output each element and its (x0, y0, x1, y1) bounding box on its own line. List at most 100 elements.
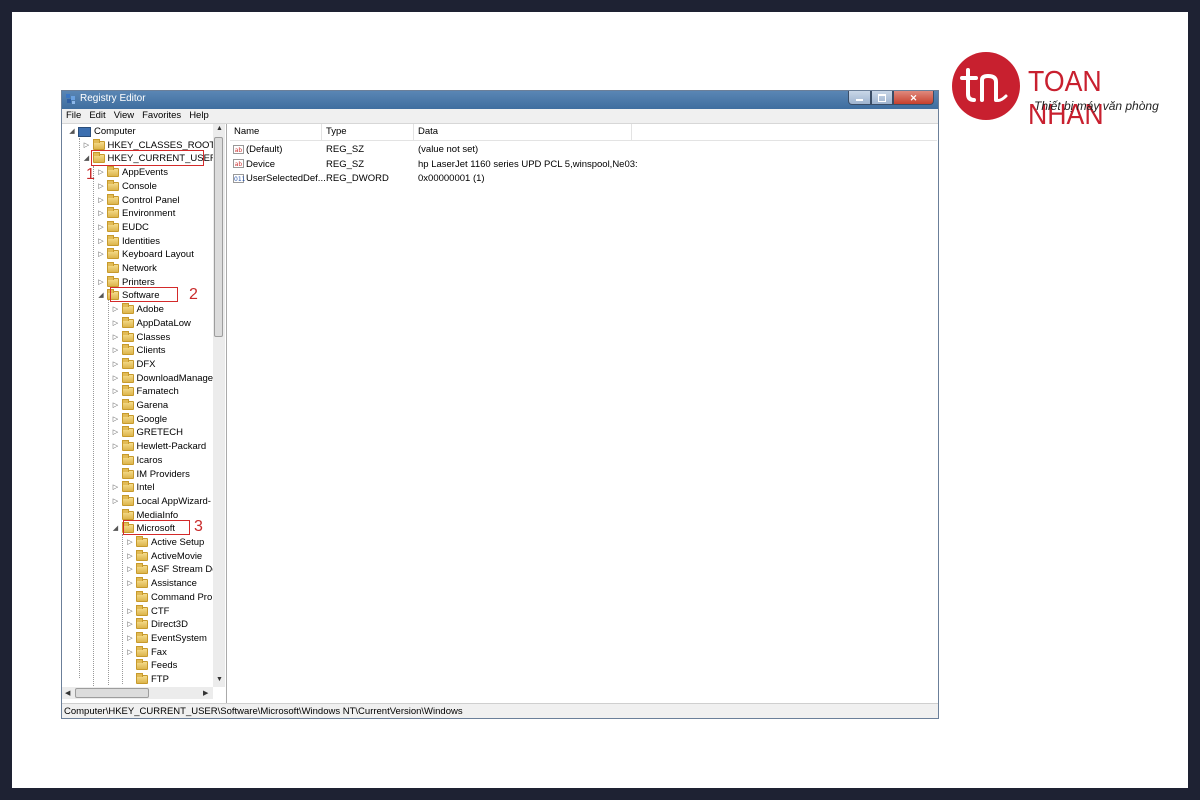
expand-arrow-icon[interactable]: ▷ (112, 413, 120, 426)
expand-arrow-icon[interactable]: ▷ (126, 605, 134, 618)
collapse-arrow-icon[interactable]: ◢ (97, 289, 105, 302)
tree-node-icaros[interactable]: Icaros (112, 453, 162, 467)
tree-node-appdatalow[interactable]: ▷ AppDataLow (112, 316, 191, 330)
tree-horizontal-scroll-thumb[interactable] (75, 688, 149, 698)
expand-arrow-icon[interactable]: ▷ (126, 632, 134, 645)
expand-arrow-icon[interactable]: ▷ (97, 248, 105, 261)
expand-arrow-icon[interactable]: ▷ (112, 426, 120, 439)
minimize-button[interactable] (848, 91, 871, 105)
expand-arrow-icon[interactable]: ▷ (97, 180, 105, 193)
tree-node-computer[interactable]: ◢ Computer (68, 125, 135, 138)
tree-node-im-providers[interactable]: IM Providers (112, 467, 190, 481)
expand-arrow-icon[interactable]: ▷ (97, 276, 105, 289)
tree-node-command-pro[interactable]: Command Pro (126, 590, 212, 604)
collapse-arrow-icon[interactable]: ◢ (68, 125, 76, 138)
folder-icon (121, 330, 134, 342)
value-type: REG_SZ (326, 158, 365, 170)
tree-node-dfx[interactable]: ▷ DFX (112, 357, 156, 371)
expand-arrow-icon[interactable]: ▷ (112, 440, 120, 453)
tree-node-appevents[interactable]: ▷ AppEvents (97, 166, 168, 179)
tree-node-feeds[interactable]: Feeds (126, 659, 177, 672)
expand-arrow-icon[interactable]: ▷ (83, 139, 91, 152)
tree-node-environment[interactable]: ▷ Environment (97, 207, 175, 220)
tree-node-hewlett-packard[interactable]: ▷ Hewlett-Packard (112, 440, 206, 453)
tree-node-asf-stream-de[interactable]: ▷ ASF Stream De (126, 563, 218, 576)
tree-node-classes[interactable]: ▷ Classes (112, 330, 170, 344)
menu-view[interactable]: View (110, 109, 138, 123)
expand-arrow-icon[interactable]: ▷ (97, 207, 105, 220)
values-list[interactable]: Name Type Data ab (Default) REG_SZ (value n… (230, 124, 937, 703)
menu-help[interactable]: Help (185, 109, 213, 123)
tree-node-downloadmanage[interactable]: ▷ DownloadManage (112, 371, 213, 385)
tree-guide-line (108, 300, 109, 685)
tree-node-eventsystem[interactable]: ▷ EventSystem (126, 631, 207, 645)
tree-vertical-scrollbar[interactable]: ▲ ▼ (213, 124, 225, 687)
tree-node-gretech[interactable]: ▷ GRETECH (112, 426, 183, 439)
tree-node-garena[interactable]: ▷ Garena (112, 399, 168, 412)
expand-arrow-icon[interactable]: ▷ (97, 194, 105, 207)
tree-node-famatech[interactable]: ▷ Famatech (112, 385, 179, 398)
expand-arrow-icon[interactable]: ▷ (112, 399, 120, 412)
list-row[interactable]: ab (Default) REG_SZ (value not set) (230, 143, 937, 157)
tree-node-active-setup[interactable]: ▷ Active Setup (126, 536, 204, 549)
tree-node-direct3d[interactable]: ▷ Direct3D (126, 618, 188, 631)
registry-tree[interactable]: ◢ Computer ▷ HKEY_CLASSES_ROOT ◢ HKEY_CURRENT… (62, 124, 227, 703)
list-row[interactable]: ab Device REG_SZ hp LaserJet 1160 series UP… (230, 158, 937, 172)
scroll-up-arrow-icon[interactable]: ▲ (216, 125, 223, 132)
scroll-left-arrow-icon[interactable]: ◀ (65, 689, 70, 697)
title-bar[interactable]: Registry Editor ✕ (62, 91, 938, 109)
string-value-icon: ab (233, 144, 244, 154)
tree-node-adobe[interactable]: ▷ Adobe (112, 303, 164, 316)
expand-arrow-icon[interactable]: ▷ (112, 303, 120, 316)
expand-arrow-icon[interactable]: ▷ (112, 372, 120, 385)
menu-edit[interactable]: Edit (85, 109, 109, 123)
tree-node-network[interactable]: Network (97, 262, 157, 275)
tree-node-ctf[interactable]: ▷ CTF (126, 604, 169, 618)
expand-arrow-icon[interactable]: ▷ (97, 235, 105, 248)
expand-arrow-icon[interactable]: ▷ (126, 577, 134, 590)
tree-horizontal-scrollbar[interactable]: ◀ ▶ (62, 687, 213, 699)
expand-arrow-icon[interactable]: ▷ (97, 221, 105, 234)
maximize-button[interactable] (871, 91, 893, 105)
list-row[interactable]: 011UserSelectedDef... REG_DWORD 0x00000001… (230, 172, 937, 186)
expand-arrow-icon[interactable]: ▷ (112, 481, 120, 494)
tree-node-intel[interactable]: ▷ Intel (112, 481, 154, 494)
collapse-arrow-icon[interactable]: ◢ (83, 152, 91, 165)
tree-node-identities[interactable]: ▷ Identities (97, 234, 160, 248)
tree-node-ftp[interactable]: FTP (126, 673, 169, 686)
tree-node-keyboard-layout[interactable]: ▷ Keyboard Layout (97, 248, 194, 261)
expand-arrow-icon[interactable]: ▷ (112, 331, 120, 344)
tree-node-clients[interactable]: ▷ Clients (112, 344, 166, 357)
expand-arrow-icon[interactable]: ▷ (112, 385, 120, 398)
column-header-name[interactable]: Name (230, 124, 322, 140)
scroll-down-arrow-icon[interactable]: ▼ (216, 676, 223, 683)
collapse-arrow-icon[interactable]: ◢ (112, 522, 120, 535)
expand-arrow-icon[interactable]: ▷ (112, 495, 120, 508)
menu-file[interactable]: File (62, 109, 85, 123)
expand-arrow-icon[interactable]: ▷ (112, 317, 120, 330)
expand-arrow-icon[interactable]: ▷ (112, 358, 120, 371)
close-button[interactable]: ✕ (893, 91, 934, 105)
column-header-data[interactable]: Data (414, 124, 632, 140)
folder-icon (136, 645, 148, 657)
scroll-right-arrow-icon[interactable]: ▶ (203, 689, 208, 697)
tree-node-console[interactable]: ▷ Console (97, 179, 157, 193)
tree-node-control-panel[interactable]: ▷ Control Panel (97, 193, 180, 207)
tree-node-eudc[interactable]: ▷ EUDC (97, 220, 149, 234)
expand-arrow-icon[interactable]: ▷ (126, 536, 134, 549)
tree-node-fax[interactable]: ▷ Fax (126, 645, 167, 659)
tree-node-local-appwizard-[interactable]: ▷ Local AppWizard- (112, 494, 211, 508)
tree-node-google[interactable]: ▷ Google (112, 412, 167, 426)
menu-favorites[interactable]: Favorites (138, 109, 185, 123)
expand-arrow-icon[interactable]: ▷ (126, 550, 134, 563)
tree-node-label: Direct3D (151, 619, 188, 631)
tree-node-activemovie[interactable]: ▷ ActiveMovie (126, 549, 202, 563)
column-header-type[interactable]: Type (322, 124, 414, 140)
expand-arrow-icon[interactable]: ▷ (97, 166, 105, 179)
tree-vertical-scroll-thumb[interactable] (214, 137, 223, 337)
expand-arrow-icon[interactable]: ▷ (126, 618, 134, 631)
expand-arrow-icon[interactable]: ▷ (112, 344, 120, 357)
expand-arrow-icon[interactable]: ▷ (126, 563, 134, 576)
expand-arrow-icon[interactable]: ▷ (126, 646, 134, 659)
tree-node-assistance[interactable]: ▷ Assistance (126, 577, 197, 590)
